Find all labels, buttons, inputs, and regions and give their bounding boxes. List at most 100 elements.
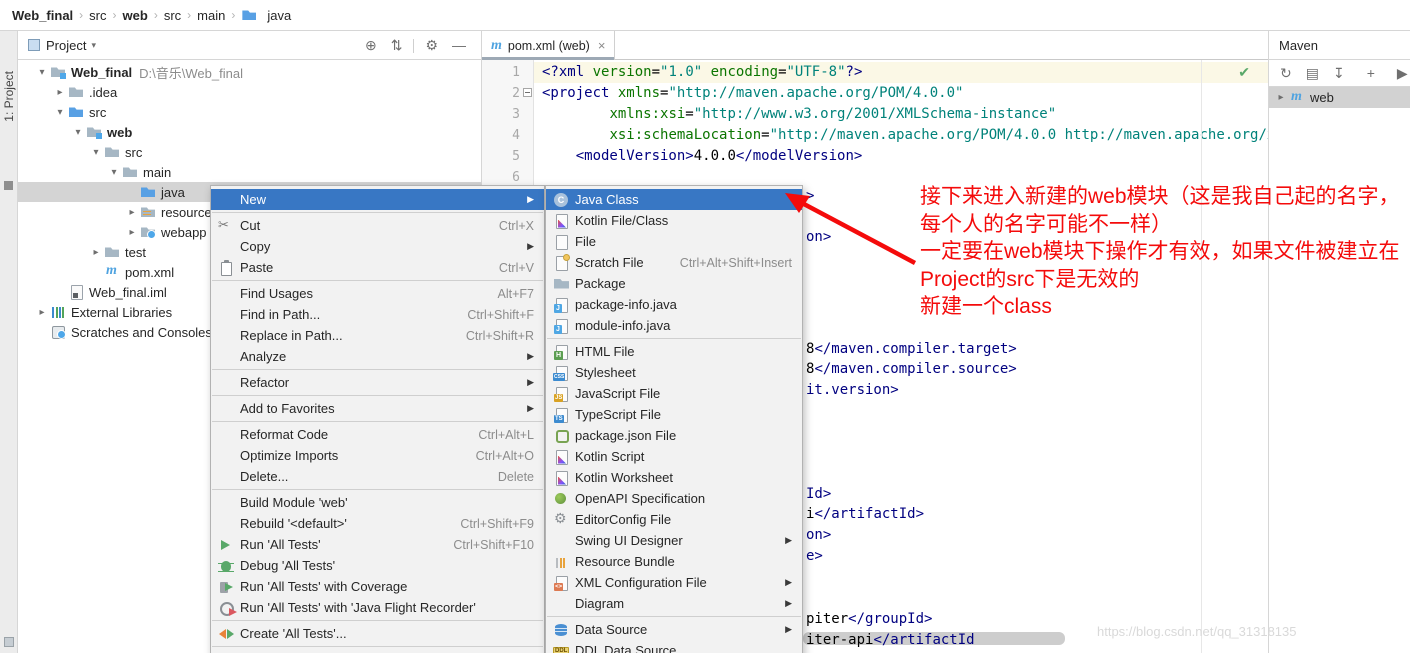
chevron-closed-icon[interactable]: ▸ xyxy=(88,247,104,258)
submenu-item-kotlin-worksheet[interactable]: Kotlin Worksheet xyxy=(546,467,802,488)
menu-item-rebuild-default[interactable]: Rebuild '<default>'Ctrl+Shift+F9 xyxy=(211,513,544,534)
breadcrumb-item-main[interactable]: main xyxy=(193,8,229,23)
menu-item-new[interactable]: New▶ xyxy=(211,189,544,210)
hide-icon[interactable]: — xyxy=(452,37,466,53)
run-icon[interactable]: ▶ xyxy=(1397,65,1408,82)
submenu-item-ddl-data-source[interactable]: DDL Data Source xyxy=(546,640,802,653)
breadcrumb-item-src[interactable]: src xyxy=(160,8,185,23)
locate-icon[interactable]: ⊕ xyxy=(365,37,377,53)
menu-item-copy[interactable]: Copy▶ xyxy=(211,236,544,257)
chevron-open-icon[interactable]: ▾ xyxy=(34,67,50,78)
menu-item-delete[interactable]: Delete...Delete xyxy=(211,466,544,487)
submenu-item-diagram[interactable]: Diagram▶ xyxy=(546,593,802,614)
tree-item-main[interactable]: ▾ main xyxy=(18,162,481,182)
menu-item-optimize-imports[interactable]: Optimize ImportsCtrl+Alt+O xyxy=(211,445,544,466)
submenu-item-openapi-specification[interactable]: OpenAPI Specification xyxy=(546,488,802,509)
collapse-all-icon[interactable]: ⇅ xyxy=(391,37,403,53)
sync-folder-icon[interactable]: ▤ xyxy=(1306,65,1319,82)
toolbar-separator xyxy=(413,39,414,53)
chevron-closed-icon[interactable]: ▸ xyxy=(52,87,68,98)
menu-item-find-in-path[interactable]: Find in Path...Ctrl+Shift+F xyxy=(211,304,544,325)
menu-item-shortcut: Ctrl+Alt+O xyxy=(452,449,534,463)
code-fold-icon[interactable] xyxy=(523,88,532,97)
chevron-closed-icon[interactable]: ▸ xyxy=(124,227,140,238)
chevron-open-icon[interactable]: ▾ xyxy=(52,107,68,118)
breadcrumb-item-web-final[interactable]: Web_final xyxy=(8,8,77,23)
menu-item-add-to-favorites[interactable]: Add to Favorites▶ xyxy=(211,398,544,419)
close-icon[interactable]: × xyxy=(598,38,606,53)
submenu-item-java-class[interactable]: Java Class xyxy=(546,189,802,210)
menu-item-run-all-tests-with-java-flight-recorder[interactable]: Run 'All Tests' with 'Java Flight Record… xyxy=(211,597,544,618)
menu-item-reformat-code[interactable]: Reformat CodeCtrl+Alt+L xyxy=(211,424,544,445)
chevron-closed-icon[interactable]: ▸ xyxy=(124,207,140,218)
code-line: xsi:schemaLocation="http://maven.apache.… xyxy=(542,125,1268,146)
submenu-item-package-info-java[interactable]: package-info.java xyxy=(546,294,802,315)
menu-item-label: Find in Path... xyxy=(240,307,320,322)
debug-icon xyxy=(217,558,237,574)
tool-window-quick-access-icon[interactable] xyxy=(4,637,14,647)
submenu-item-stylesheet[interactable]: Stylesheet xyxy=(546,362,802,383)
submenu-item-kotlin-script[interactable]: Kotlin Script xyxy=(546,446,802,467)
tree-item-idea[interactable]: ▸.idea xyxy=(18,82,481,102)
tree-item-web[interactable]: ▾web xyxy=(18,122,481,142)
menu-item-create-all-tests[interactable]: Create 'All Tests'... xyxy=(211,623,544,644)
chevron-down-icon[interactable]: ▾ xyxy=(91,40,96,51)
submenu-item-kotlin-file-class[interactable]: Kotlin File/Class xyxy=(546,210,802,231)
breadcrumb-item-java[interactable]: java xyxy=(237,7,295,23)
menu-item-replace-in-path[interactable]: Replace in Path...Ctrl+Shift+R xyxy=(211,325,544,346)
submenu-item-xml-configuration-file[interactable]: XML Configuration File▶ xyxy=(546,572,802,593)
menu-item-show-in-explorer[interactable]: Show in Explorer xyxy=(211,649,544,653)
chevron-open-icon[interactable]: ▾ xyxy=(88,147,104,158)
menu-separator xyxy=(212,620,543,621)
menu-item-analyze[interactable]: Analyze▶ xyxy=(211,346,544,367)
tool-window-button-project[interactable]: 1: Project xyxy=(2,71,16,122)
menu-item-find-usages[interactable]: Find UsagesAlt+F7 xyxy=(211,283,544,304)
menu-item-label: Scratch File xyxy=(575,255,644,270)
menu-item-shortcut: Alt+F7 xyxy=(474,287,534,301)
breadcrumb-item-web[interactable]: web xyxy=(119,8,152,23)
menu-separator xyxy=(212,212,543,213)
menu-separator xyxy=(212,646,543,647)
submenu-item-resource-bundle[interactable]: Resource Bundle xyxy=(546,551,802,572)
right-margin-guide xyxy=(1201,60,1202,653)
tree-item-label: main xyxy=(143,165,171,180)
breadcrumb-separator: › xyxy=(77,8,85,22)
menu-item-run-all-tests[interactable]: Run 'All Tests'Ctrl+Shift+F10 xyxy=(211,534,544,555)
submenu-item-package[interactable]: Package xyxy=(546,273,802,294)
chevron-open-icon[interactable]: ▾ xyxy=(70,127,86,138)
breadcrumb-item-src[interactable]: src xyxy=(85,8,110,23)
menu-item-refactor[interactable]: Refactor▶ xyxy=(211,372,544,393)
refresh-icon[interactable]: ↻ xyxy=(1280,65,1292,82)
submenu-item-javascript-file[interactable]: JavaScript File xyxy=(546,383,802,404)
submenu-item-scratch-file[interactable]: Scratch FileCtrl+Alt+Shift+Insert xyxy=(546,252,802,273)
code-fragment: e> xyxy=(806,546,823,567)
submenu-item-module-info-java[interactable]: module-info.java xyxy=(546,315,802,336)
maven-module-web[interactable]: ▸ web xyxy=(1269,87,1410,108)
submenu-item-package-json-file[interactable]: package.json File xyxy=(546,425,802,446)
code-area[interactable]: <?xml version="1.0" encoding="UTF-8"?><p… xyxy=(542,62,1268,188)
download-sources-icon[interactable]: ↧ xyxy=(1333,65,1345,82)
submenu-item-data-source[interactable]: Data Source▶ xyxy=(546,619,802,640)
no-icon xyxy=(217,192,237,208)
submenu-item-editorconfig-file[interactable]: EditorConfig File xyxy=(546,509,802,530)
scratch-icon xyxy=(552,255,572,271)
tree-item-web-final[interactable]: ▾Web_finalD:\音乐\Web_final xyxy=(18,62,481,82)
tab-pom-xml[interactable]: pom.xml (web) × xyxy=(482,31,615,60)
tree-item-src[interactable]: ▾src xyxy=(18,142,481,162)
submenu-item-typescript-file[interactable]: TypeScript File xyxy=(546,404,802,425)
chevron-closed-icon[interactable]: ▸ xyxy=(1273,92,1289,103)
menu-item-cut[interactable]: CutCtrl+X xyxy=(211,215,544,236)
submenu-item-file[interactable]: File xyxy=(546,231,802,252)
chevron-open-icon[interactable]: ▾ xyxy=(106,167,122,178)
menu-item-build-module-web[interactable]: Build Module 'web' xyxy=(211,492,544,513)
menu-item-debug-all-tests[interactable]: Debug 'All Tests' xyxy=(211,555,544,576)
chevron-closed-icon[interactable]: ▸ xyxy=(34,307,50,318)
tree-item-src[interactable]: ▾src xyxy=(18,102,481,122)
settings-icon[interactable]: ⚙ xyxy=(425,37,438,53)
submenu-item-swing-ui-designer[interactable]: Swing UI Designer▶ xyxy=(546,530,802,551)
menu-item-paste[interactable]: PasteCtrl+V xyxy=(211,257,544,278)
annotation-line: 接下来进入新建的web模块（这是我自己起的名字， xyxy=(920,183,1400,211)
add-icon[interactable]: + xyxy=(1367,65,1375,81)
menu-item-run-all-tests-with-coverage[interactable]: Run 'All Tests' with Coverage xyxy=(211,576,544,597)
submenu-item-html-file[interactable]: HTML File xyxy=(546,341,802,362)
